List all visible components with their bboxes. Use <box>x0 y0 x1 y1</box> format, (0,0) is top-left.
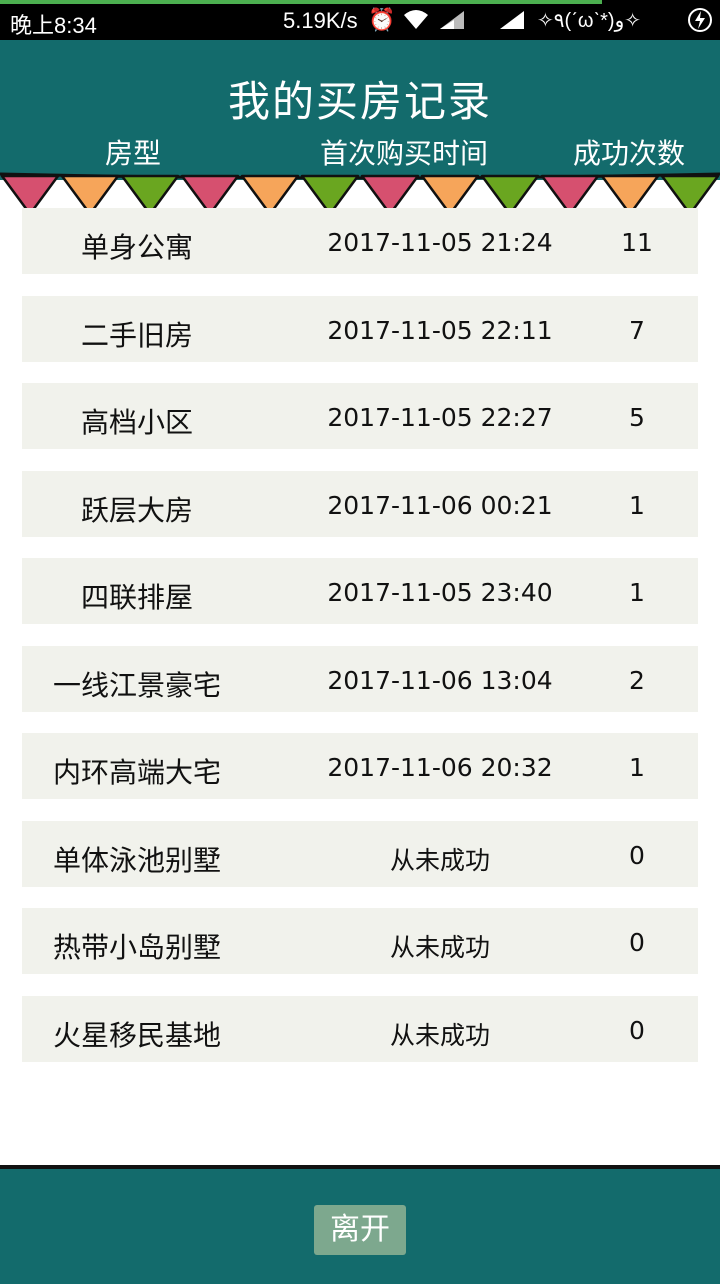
record-row: 单身公寓 2017-11-05 21:24 11 <box>22 208 698 274</box>
first-purchase-time: 2017-11-06 20:32 <box>327 753 553 782</box>
success-count: 7 <box>629 315 645 345</box>
success-count: 11 <box>621 228 653 257</box>
record-row: 一线江景豪宅 2017-11-06 13:04 2 <box>22 645 698 712</box>
house-type-label: 单体泳池别墅 <box>52 843 221 877</box>
house-type-label: 单身公寓 <box>80 231 193 264</box>
success-count: 0 <box>629 1015 645 1045</box>
success-count: 1 <box>629 753 645 782</box>
wifi-icon <box>402 7 430 37</box>
page-load-progress <box>0 0 602 4</box>
battery-charging-icon <box>688 7 712 39</box>
signal-icon-2 <box>498 7 526 37</box>
house-type-label: 高档小区 <box>80 406 193 439</box>
house-type-label: 一线江景豪宅 <box>52 668 221 702</box>
page-footer: 离开 <box>0 1165 720 1284</box>
record-row: 跃层大房 2017-11-06 00:21 1 <box>22 470 698 537</box>
first-purchase-time: 2017-11-05 22:11 <box>327 315 553 345</box>
first-purchase-time: 从未成功 <box>389 933 490 962</box>
house-type-label: 四联排屋 <box>80 581 193 614</box>
first-purchase-time: 2017-11-06 13:04 <box>327 665 553 695</box>
first-purchase-time: 从未成功 <box>389 1020 490 1050</box>
page-header: 我的买房记录 房型 首次购买时间 成功次数 <box>0 40 720 180</box>
notification-kaomoji: ✧٩(ˊωˋ*)و✧ <box>537 10 641 32</box>
house-type-label: 内环高端大宅 <box>52 756 221 789</box>
first-purchase-time: 2017-11-05 22:27 <box>327 403 553 432</box>
column-header-type: 房型 <box>105 137 162 170</box>
record-row: 内环高端大宅 2017-11-06 20:32 1 <box>22 733 698 799</box>
first-purchase-time: 2017-11-05 23:40 <box>327 578 553 607</box>
house-type-label: 热带小岛别墅 <box>52 931 221 964</box>
house-type-label: 跃层大房 <box>80 493 193 527</box>
record-row: 热带小岛别墅 从未成功 0 <box>22 908 698 974</box>
success-count: 2 <box>629 665 645 695</box>
record-row: 单体泳池别墅 从未成功 0 <box>22 820 698 887</box>
record-row: 四联排屋 2017-11-05 23:40 1 <box>22 558 698 624</box>
house-type-label: 火星移民基地 <box>52 1018 221 1052</box>
first-purchase-time: 2017-11-05 21:24 <box>327 228 553 257</box>
column-header-success-count: 成功次数 <box>573 137 686 170</box>
record-row: 火星移民基地 从未成功 0 <box>22 995 698 1062</box>
alarm-icon: ⏰ <box>368 7 396 32</box>
record-row: 高档小区 2017-11-05 22:27 5 <box>22 383 698 449</box>
house-type-label: 二手旧房 <box>80 318 193 352</box>
success-count: 5 <box>629 403 645 432</box>
first-purchase-time: 2017-11-06 00:21 <box>327 490 553 520</box>
success-count: 0 <box>629 840 645 870</box>
success-count: 1 <box>629 490 645 520</box>
column-header-first-time: 首次购买时间 <box>320 137 489 170</box>
record-row: 二手旧房 2017-11-05 22:11 7 <box>22 295 698 362</box>
page-title: 我的买房记录 <box>227 77 492 126</box>
network-speed: 5.19K/s <box>283 8 358 33</box>
first-purchase-time: 从未成功 <box>389 845 490 875</box>
status-time: 晚上8:34 <box>10 13 97 38</box>
success-count: 0 <box>629 928 645 957</box>
leave-button[interactable]: 离开 <box>314 1205 406 1255</box>
success-count: 1 <box>629 578 645 607</box>
status-bar: 晚上8:34 5.19K/s ⏰ ✧٩(ˊωˋ*)و✧ <box>0 0 720 40</box>
signal-icon-1 <box>438 7 466 37</box>
